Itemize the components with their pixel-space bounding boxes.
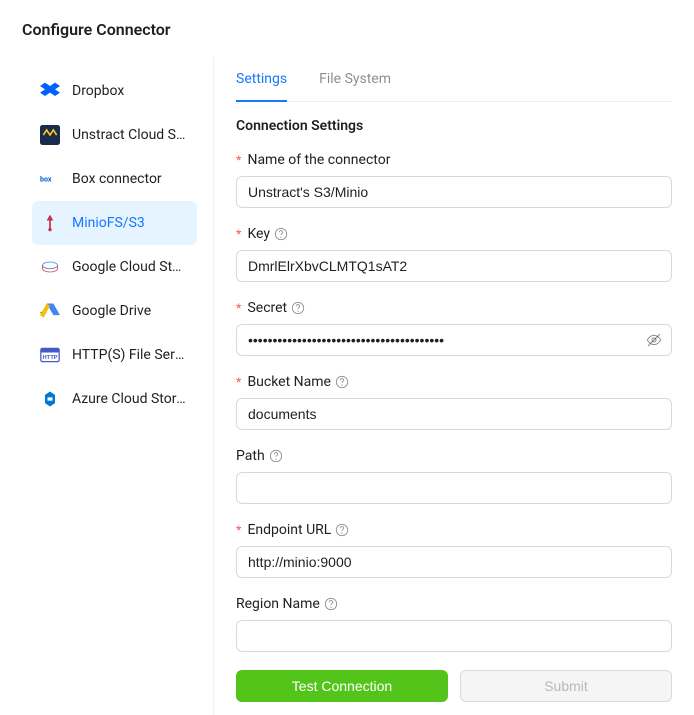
sidebar-item-label: MinioFS/S3 [72,215,145,231]
form-item-region: Region Name [236,596,672,652]
sidebar-item-label: HTTP(S) File Server [72,347,189,363]
secret-input[interactable] [236,324,672,356]
page-title: Configure Connector [0,0,694,57]
sidebar-item-box[interactable]: box Box connector [32,157,197,201]
help-icon[interactable] [335,375,349,389]
sidebar-item-label: Google Cloud Storage [72,259,189,275]
endpoint-input[interactable] [236,546,672,578]
svg-text:box: box [40,176,52,184]
test-connection-button[interactable]: Test Connection [236,670,448,702]
sidebar-item-label: Google Drive [72,303,151,319]
minio-icon [40,213,60,233]
sidebar-item-label: Unstract Cloud Storage [72,127,189,143]
label-region: Region Name [236,596,672,612]
sidebar-item-gcs[interactable]: Google Cloud Storage [32,245,197,289]
region-input[interactable] [236,620,672,652]
sidebar-item-http[interactable]: HTTP HTTP(S) File Server [32,333,197,377]
sidebar-item-label: Azure Cloud Storage [72,391,189,407]
label-name: * Name of the connector [236,152,672,168]
submit-button[interactable]: Submit [460,670,672,702]
label-secret: * Secret [236,300,672,316]
http-icon: HTTP [40,345,60,365]
sidebar-item-label: Box connector [72,171,162,187]
label-bucket: * Bucket Name [236,374,672,390]
label-text: Path [236,448,265,464]
label-text: Region Name [236,596,320,612]
label-text: Endpoint URL [247,522,331,538]
help-icon[interactable] [291,301,305,315]
path-input[interactable] [236,472,672,504]
required-asterisk: * [236,152,241,168]
label-path: Path [236,448,672,464]
box-icon: box [40,169,60,189]
content-panel: Settings File System Connection Settings… [214,57,694,715]
required-asterisk: * [236,226,241,242]
label-text: Bucket Name [247,374,331,390]
form-item-bucket: * Bucket Name [236,374,672,430]
bucket-input[interactable] [236,398,672,430]
help-icon[interactable] [274,227,288,241]
form-item-key: * Key [236,226,672,282]
label-text: Name of the connector [247,152,390,168]
form-item-path: Path [236,448,672,504]
unstract-icon [40,125,60,145]
key-input[interactable] [236,250,672,282]
sidebar-item-label: Dropbox [72,83,124,99]
required-asterisk: * [236,522,241,538]
form-item-secret: * Secret [236,300,672,356]
sidebar-item-gdrive[interactable]: Google Drive [32,289,197,333]
required-asterisk: * [236,374,241,390]
gcs-icon [40,257,60,277]
button-row: Test Connection Submit [236,670,672,702]
required-asterisk: * [236,300,241,316]
svg-text:HTTP: HTTP [43,355,58,361]
sidebar-item-azure[interactable]: Azure Cloud Storage [32,377,197,421]
section-title: Connection Settings [236,118,672,134]
label-text: Secret [247,300,287,316]
label-endpoint: * Endpoint URL [236,522,672,538]
main-layout: Dropbox Unstract Cloud Storage box Box c… [0,57,694,715]
connector-sidebar: Dropbox Unstract Cloud Storage box Box c… [0,57,214,715]
help-icon[interactable] [324,597,338,611]
label-key: * Key [236,226,672,242]
sidebar-item-unstract[interactable]: Unstract Cloud Storage [32,113,197,157]
azure-icon [40,389,60,409]
sidebar-item-dropbox[interactable]: Dropbox [32,69,197,113]
label-text: Key [247,226,270,242]
tab-settings[interactable]: Settings [236,57,287,101]
form-item-name: * Name of the connector [236,152,672,208]
eye-invisible-icon[interactable] [646,332,662,348]
tab-bar: Settings File System [236,57,672,102]
sidebar-item-minio[interactable]: MinioFS/S3 [32,201,197,245]
dropbox-icon [40,81,60,101]
help-icon[interactable] [269,449,283,463]
help-icon[interactable] [335,523,349,537]
form-item-endpoint: * Endpoint URL [236,522,672,578]
name-input[interactable] [236,176,672,208]
tab-filesystem[interactable]: File System [319,57,391,101]
gdrive-icon [40,301,60,321]
